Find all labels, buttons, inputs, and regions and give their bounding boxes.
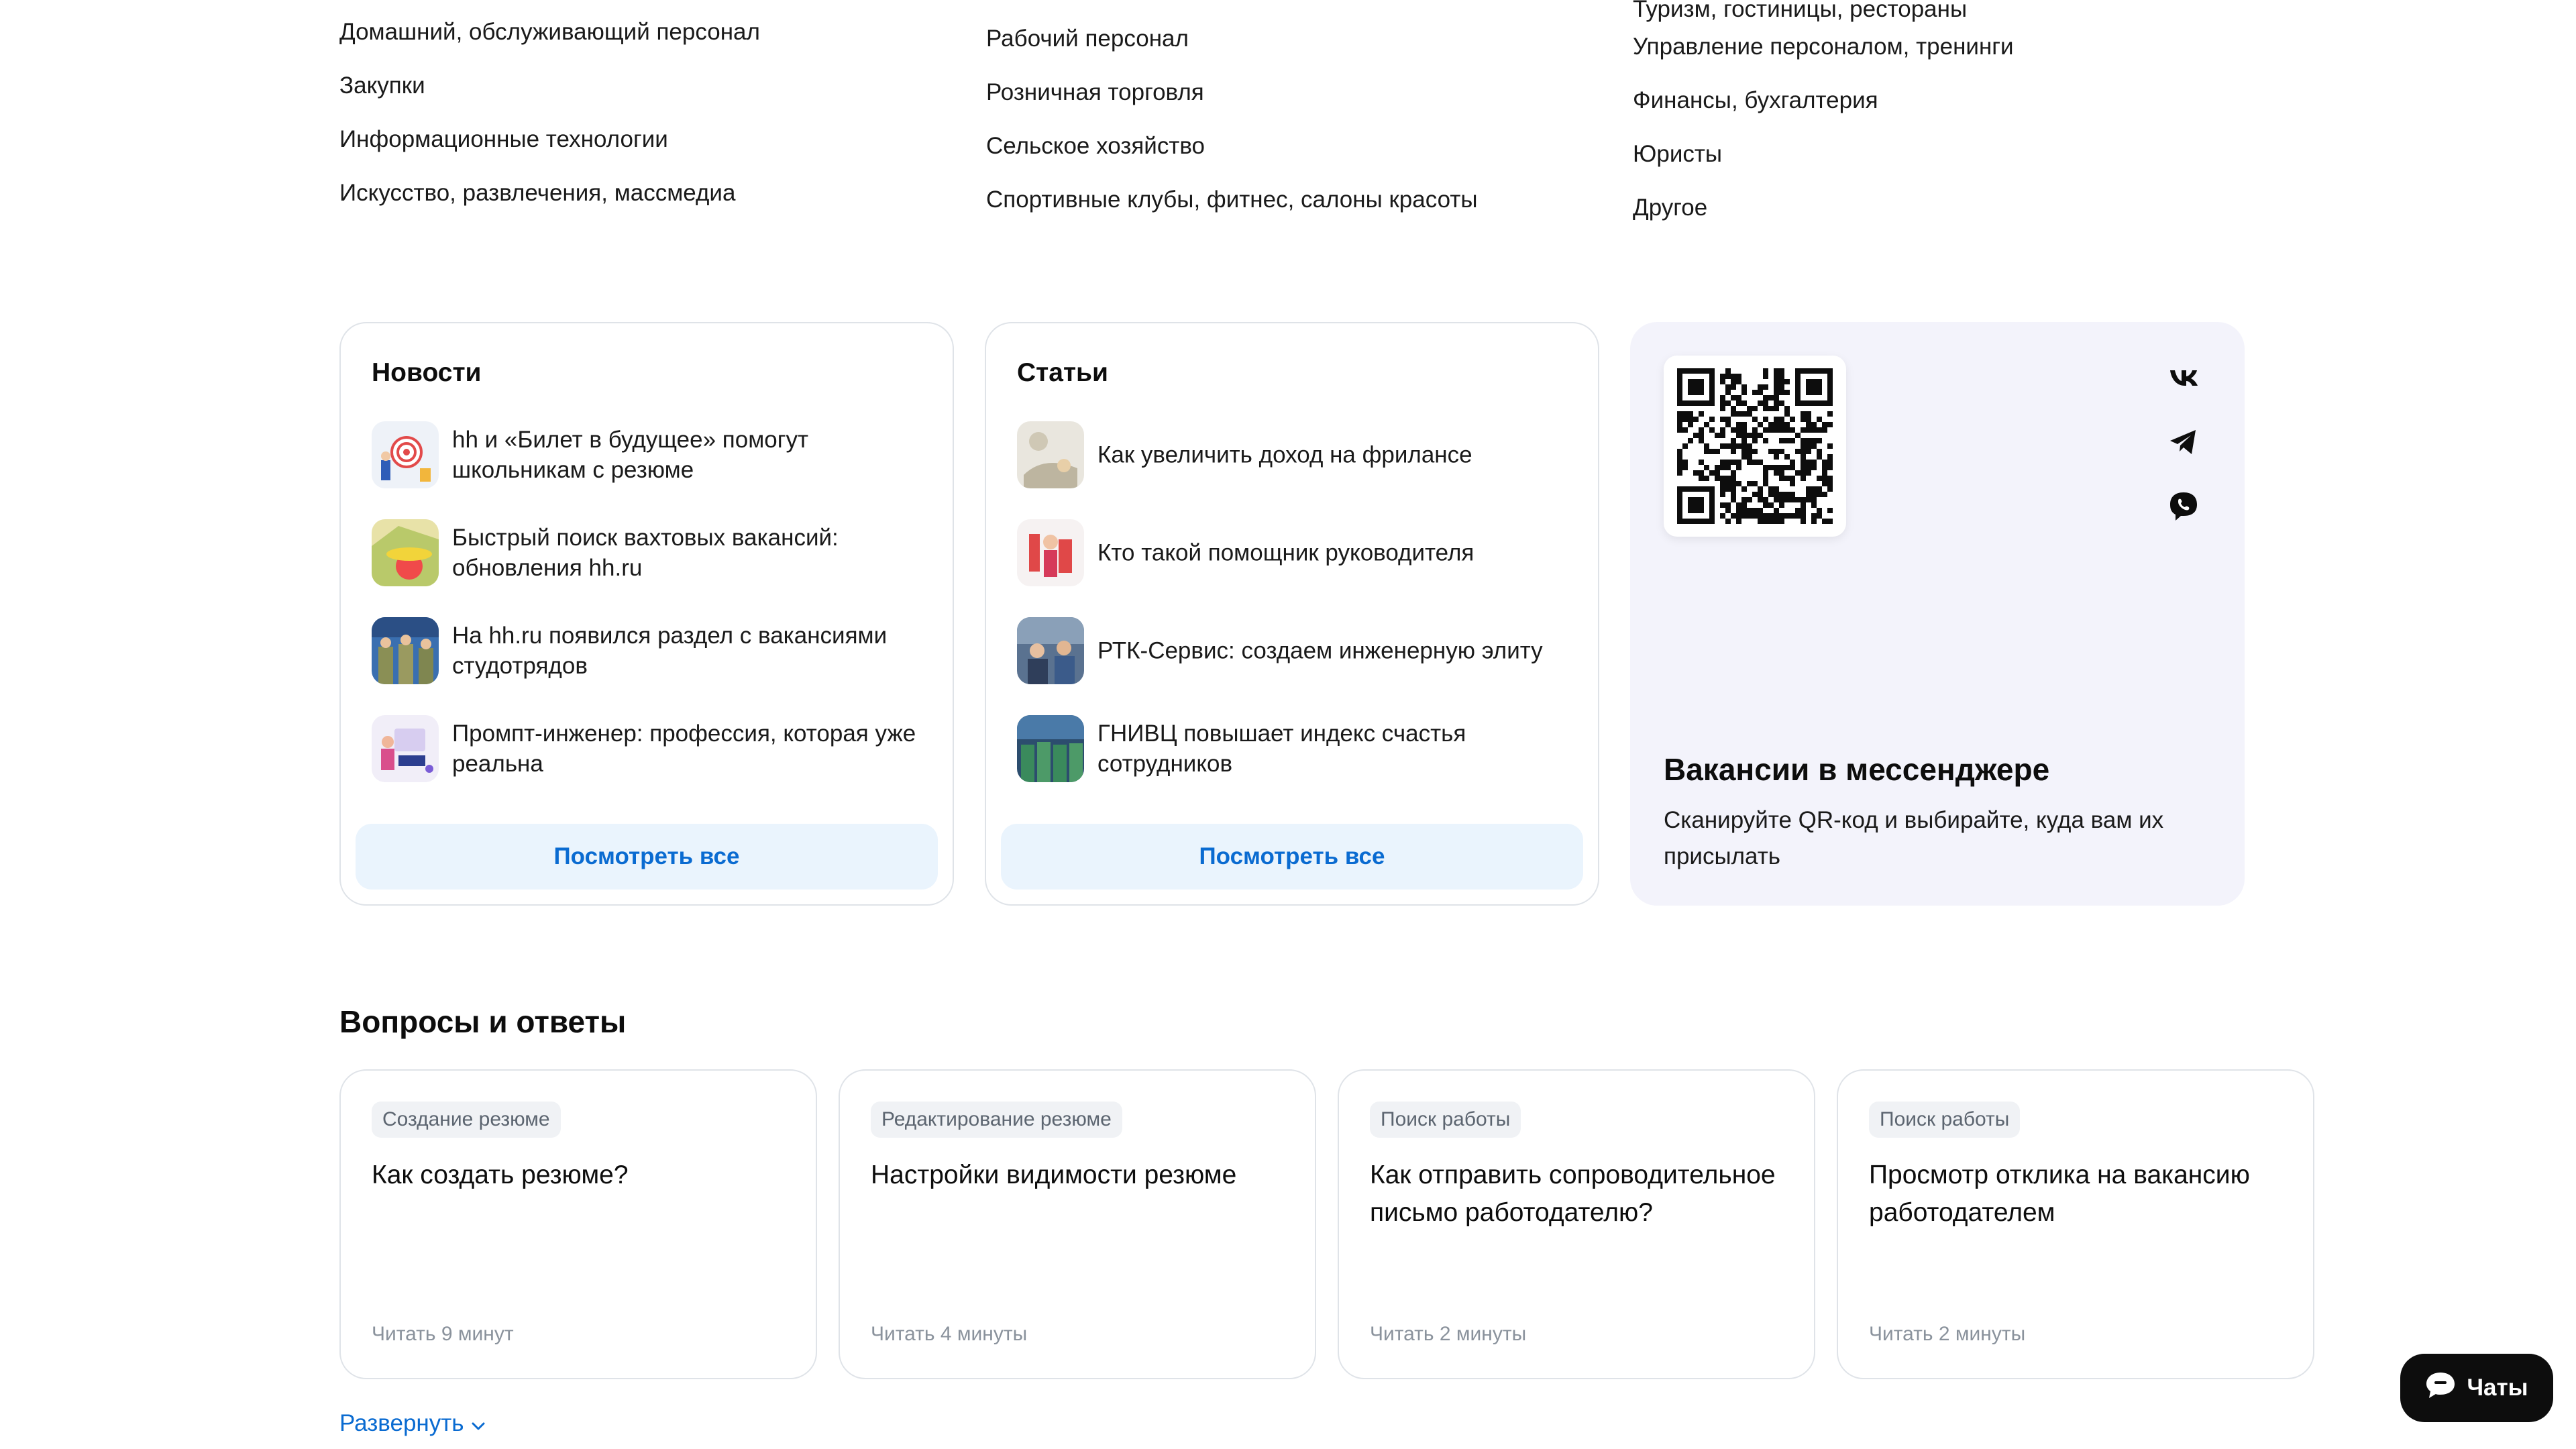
article-thumbnail xyxy=(1017,519,1084,586)
faq-card[interactable]: Поиск работы Просмотр отклика на ваканси… xyxy=(1837,1069,2314,1379)
category-link[interactable]: Информационные технологии xyxy=(339,126,970,180)
news-card: Новости hh и «Билет в будущее» помогут ш… xyxy=(339,322,954,906)
faq-tag: Редактирование резюме xyxy=(871,1102,1122,1138)
category-link[interactable]: Домашний, обслуживающий персонал xyxy=(339,19,970,72)
article-item-text: РТК-Сервис: создаем инженерную элиту xyxy=(1097,637,1543,664)
news-item-text: На hh.ru появился раздел с вакансиями ст… xyxy=(452,623,888,679)
vk-icon[interactable] xyxy=(2167,361,2200,394)
expand-label: Развернуть xyxy=(339,1410,464,1436)
news-item[interactable]: Промпт-инженер: профессия, которая уже р… xyxy=(372,715,922,782)
messenger-subtitle: Сканируйте QR-код и выбирайте, куда вам … xyxy=(1664,807,2164,869)
article-item-text: Кто такой помощник руководителя xyxy=(1097,539,1474,566)
qr-code xyxy=(1664,356,1846,537)
chevron-down-icon xyxy=(471,1410,486,1437)
articles-card: Статьи Как увеличить доход на фрилансе К… xyxy=(985,322,1599,906)
category-link[interactable]: Спортивные клубы, фитнес, салоны красоты xyxy=(986,186,1617,240)
faq-read-time: Читать 9 минут xyxy=(372,1323,514,1345)
faq-card[interactable]: Редактирование резюме Настройки видимост… xyxy=(839,1069,1316,1379)
category-link[interactable]: Сельское хозяйство xyxy=(986,133,1617,186)
article-thumbnail xyxy=(1017,715,1084,782)
faq-read-time: Читать 4 минуты xyxy=(871,1323,1028,1345)
news-item[interactable]: hh и «Билет в будущее» помогут школьника… xyxy=(372,421,922,488)
category-link[interactable]: Закупки xyxy=(339,72,970,126)
news-see-all-button[interactable]: Посмотреть все xyxy=(356,824,938,890)
article-item-text: Как увеличить доход на фрилансе xyxy=(1097,441,1472,468)
news-item-text: Быстрый поиск вахтовых вакансий: обновле… xyxy=(452,525,839,581)
category-link[interactable]: Другое xyxy=(1633,195,2263,248)
faq-read-time: Читать 2 минуты xyxy=(1869,1323,2026,1345)
faq-read-time: Читать 2 минуты xyxy=(1370,1323,1527,1345)
category-link[interactable]: Финансы, бухгалтерия xyxy=(1633,87,2263,141)
chat-bubble-icon xyxy=(2425,1371,2456,1405)
messenger-card: Вакансии в мессенджере Сканируйте QR-код… xyxy=(1630,322,2245,906)
articles-see-all-button[interactable]: Посмотреть все xyxy=(1001,824,1583,890)
faq-title: Вопросы и ответы xyxy=(339,1004,627,1039)
news-item[interactable]: На hh.ru появился раздел с вакансиями ст… xyxy=(372,617,922,684)
news-item-text: hh и «Билет в будущее» помогут школьника… xyxy=(452,427,809,483)
telegram-icon[interactable] xyxy=(2167,425,2200,459)
faq-card[interactable]: Создание резюме Как создать резюме? Чита… xyxy=(339,1069,817,1379)
article-item[interactable]: Кто такой помощник руководителя xyxy=(1017,519,1567,586)
category-link[interactable]: Розничная торговля xyxy=(986,79,1617,133)
expand-link[interactable]: Развернуть xyxy=(339,1410,486,1437)
categories-column-1: Домашний, обслуживающий персонал Закупки… xyxy=(339,19,970,233)
chats-label: Чаты xyxy=(2467,1375,2528,1401)
news-thumbnail xyxy=(372,421,439,488)
faq-tag: Создание резюме xyxy=(372,1102,561,1138)
faq-question: Как отправить сопроводительное письмо ра… xyxy=(1370,1161,1776,1227)
categories-column-3: Туризм, гостиницы, рестораны Управление … xyxy=(1633,0,2263,248)
article-thumbnail xyxy=(1017,617,1084,684)
faq-card[interactable]: Поиск работы Как отправить сопроводитель… xyxy=(1338,1069,1815,1379)
chats-button[interactable]: Чаты xyxy=(2400,1354,2553,1422)
categories-column-2: Рабочий персонал Розничная торговля Сель… xyxy=(986,25,1617,240)
faq-question: Настройки видимости резюме xyxy=(871,1161,1237,1189)
faq-tag: Поиск работы xyxy=(1869,1102,2021,1138)
category-link[interactable]: Искусство, развлечения, массмедиа xyxy=(339,180,970,233)
news-item-text: Промпт-инженер: профессия, которая уже р… xyxy=(452,720,916,777)
article-item[interactable]: ГНИВЦ повышает индекс счастья сотруднико… xyxy=(1017,715,1567,782)
viber-icon[interactable] xyxy=(2167,490,2200,523)
faq-question: Как создать резюме? xyxy=(372,1161,629,1189)
category-link[interactable]: Туризм, гостиницы, рестораны xyxy=(1633,0,1967,50)
faq-tag: Поиск работы xyxy=(1370,1102,1521,1138)
messenger-title: Вакансии в мессенджере xyxy=(1664,752,2050,787)
news-item[interactable]: Быстрый поиск вахтовых вакансий: обновле… xyxy=(372,519,922,586)
article-item[interactable]: Как увеличить доход на фрилансе xyxy=(1017,421,1567,488)
article-thumbnail xyxy=(1017,421,1084,488)
articles-title[interactable]: Статьи xyxy=(1017,358,1108,388)
news-title[interactable]: Новости xyxy=(372,358,482,388)
news-thumbnail xyxy=(372,715,439,782)
news-thumbnail xyxy=(372,617,439,684)
news-thumbnail xyxy=(372,519,439,586)
category-link[interactable]: Рабочий персонал xyxy=(986,25,1617,79)
article-item[interactable]: РТК-Сервис: создаем инженерную элиту xyxy=(1017,617,1567,684)
article-item-text: ГНИВЦ повышает индекс счастья сотруднико… xyxy=(1097,720,1466,777)
category-link[interactable]: Юристы xyxy=(1633,141,2263,195)
faq-question: Просмотр отклика на вакансию работодател… xyxy=(1869,1161,2250,1227)
